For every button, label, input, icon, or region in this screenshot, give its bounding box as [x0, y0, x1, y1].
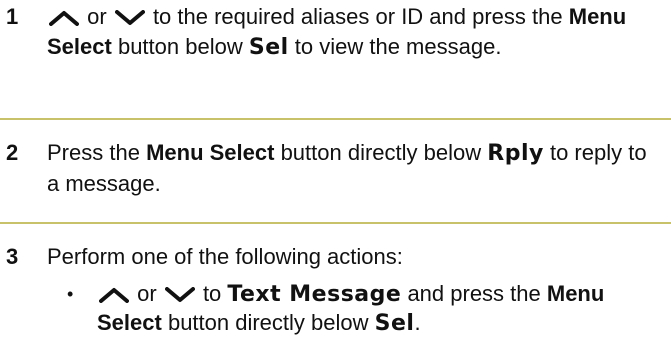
bullet-text-part: or — [137, 281, 157, 306]
down-chevron-icon — [164, 287, 195, 303]
menu-select-label: Menu Select — [146, 140, 275, 165]
step-text: Press the Menu Select button directly be… — [47, 138, 651, 199]
display-text-sel: Sel — [374, 311, 415, 336]
bullet-text-part: and press the — [407, 281, 541, 306]
step-number: 2 — [6, 140, 19, 165]
step-number: 1 — [6, 4, 19, 29]
step-text-part: Perform one of the following actions: — [47, 244, 403, 269]
display-text-sel: Sel — [248, 35, 289, 60]
step-text-part: Press the — [47, 140, 140, 165]
step-text-part: or — [87, 4, 107, 29]
divider — [0, 222, 671, 224]
step-text-part: button directly below — [280, 140, 482, 165]
divider — [0, 118, 671, 120]
step-text: or to the required aliases or ID and pre… — [47, 2, 651, 63]
up-chevron-icon — [99, 287, 129, 304]
step-text-part: to view the message. — [294, 34, 502, 59]
bullet-text-part: to — [202, 281, 222, 306]
up-chevron-icon — [49, 10, 79, 27]
step-text-part: to the required aliases or ID and press … — [152, 4, 563, 29]
bullet-text-part: button directly below — [167, 310, 369, 335]
bullet-text: or to Text Message and press the Menu Se… — [97, 280, 651, 338]
display-text-rply: Rply — [487, 141, 544, 166]
instruction-steps: 1 or to the required aliases or ID and p… — [0, 0, 671, 336]
bullet-text-part: . — [414, 310, 421, 335]
display-text-text-message: Text Message — [227, 282, 402, 307]
step-text: Perform one of the following actions: — [47, 242, 651, 272]
step-number: 3 — [6, 244, 19, 269]
bullet-marker: • — [67, 284, 74, 304]
step-text-part: button below — [117, 34, 243, 59]
down-chevron-icon — [114, 10, 145, 26]
